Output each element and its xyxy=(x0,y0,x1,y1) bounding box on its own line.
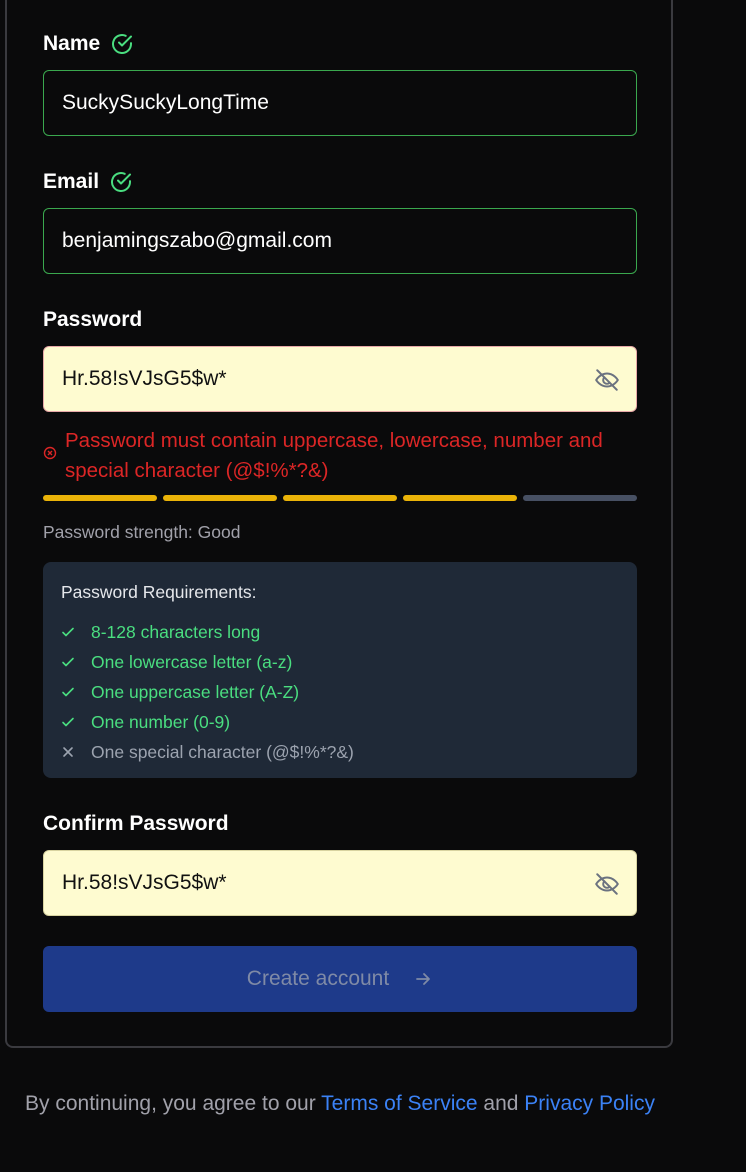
requirement-text: One special character (@$!%*?&) xyxy=(91,741,354,762)
x-icon xyxy=(63,747,73,757)
footer-prefix: By continuing, you agree to our xyxy=(25,1092,316,1115)
name-label-text: Name xyxy=(43,32,101,55)
legal-footer: By continuing, you agree to our Terms of… xyxy=(0,1088,680,1119)
password-error: Password must contain uppercase, lowerca… xyxy=(43,426,637,486)
requirement-item: One special character (@$!%*?&) xyxy=(61,737,619,767)
requirement-text: One uppercase letter (A-Z) xyxy=(91,681,300,702)
password-label-text: Password xyxy=(43,308,143,331)
strength-segment xyxy=(163,495,277,501)
confirm-password-input[interactable]: Hr.58!sVJsG5$w* xyxy=(43,850,637,916)
footer-and: and xyxy=(483,1092,519,1115)
eye-off-icon xyxy=(595,369,619,391)
password-strength-text: Password strength: Good xyxy=(43,522,241,542)
confirm-input-value: Hr.58!sVJsG5$w* xyxy=(62,871,227,894)
password-input[interactable]: Hr.58!sVJsG5$w* xyxy=(43,346,637,412)
password-label: Password xyxy=(43,306,142,334)
email-input[interactable]: benjamingszabo@gmail.com xyxy=(43,208,637,274)
password-input-value: Hr.58!sVJsG5$w* xyxy=(62,367,227,390)
email-label: Email xyxy=(43,168,133,196)
password-visibility-toggle[interactable] xyxy=(594,367,620,393)
check-icon xyxy=(62,687,74,697)
requirement-item: One uppercase letter (A-Z) xyxy=(61,677,619,707)
password-requirements: Password Requirements: 8-128 characters … xyxy=(43,562,637,778)
strength-segment xyxy=(283,495,397,501)
confirm-password-label: Confirm Password xyxy=(43,810,229,838)
create-account-button[interactable]: Create account xyxy=(43,946,637,1012)
name-label: Name xyxy=(43,30,134,58)
check-icon xyxy=(62,627,74,637)
password-error-text: Password must contain uppercase, lowerca… xyxy=(65,429,603,482)
create-account-label: Create account xyxy=(246,967,390,990)
requirement-text: One lowercase letter (a-z) xyxy=(91,651,293,672)
check-icon xyxy=(62,657,74,667)
email-label-text: Email xyxy=(43,170,100,193)
requirements-title: Password Requirements: xyxy=(61,582,257,602)
check-icon xyxy=(62,717,74,727)
password-strength-meter xyxy=(43,495,637,501)
terms-link[interactable]: Terms of Service xyxy=(321,1092,477,1115)
name-input-value: SuckySuckyLongTime xyxy=(62,91,269,114)
confirm-label-text: Confirm Password xyxy=(43,812,229,835)
strength-segment xyxy=(403,495,517,501)
x-circle-icon xyxy=(43,446,57,460)
requirement-text: One number (0-9) xyxy=(91,711,231,732)
requirement-item: One lowercase letter (a-z) xyxy=(61,647,619,677)
requirement-text: 8-128 characters long xyxy=(91,621,261,642)
strength-segment xyxy=(43,495,157,501)
eye-off-icon xyxy=(595,873,619,895)
name-input[interactable]: SuckySuckyLongTime xyxy=(43,70,637,136)
check-circle-icon xyxy=(111,172,132,192)
requirement-item: 8-128 characters long xyxy=(61,617,619,647)
email-input-value: benjamingszabo@gmail.com xyxy=(62,229,332,252)
requirement-item: One number (0-9) xyxy=(61,707,619,737)
confirm-visibility-toggle[interactable] xyxy=(594,871,620,897)
arrow-right-icon xyxy=(416,973,431,985)
privacy-link[interactable]: Privacy Policy xyxy=(524,1092,655,1115)
check-circle-icon xyxy=(112,34,133,54)
strength-segment xyxy=(523,495,637,501)
